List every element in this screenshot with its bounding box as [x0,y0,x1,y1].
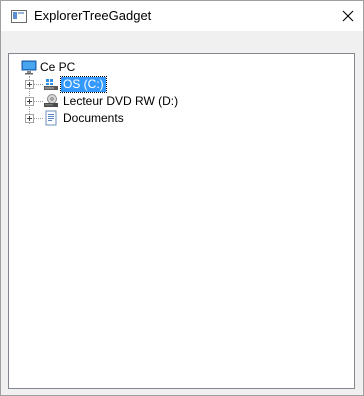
close-button[interactable] [333,1,363,31]
expand-toggle-dvd[interactable] [25,97,34,106]
app-icon [11,10,27,23]
computer-icon [21,60,37,75]
tree-item-dvd-drive[interactable]: Lecteur DVD RW (D:) [61,94,180,109]
tree-root-label[interactable]: Ce PC [38,60,77,75]
close-icon [342,10,354,22]
expand-toggle-documents[interactable] [25,114,34,123]
tree-item-documents[interactable]: Documents [61,111,126,126]
window-title: ExplorerTreeGadget [34,8,152,23]
dvd-drive-icon [44,94,58,107]
app-window: ExplorerTreeGadget Ce PC OS (C:) Lecteur… [0,0,364,396]
documents-icon [45,110,57,126]
drive-os-icon [44,79,58,90]
expand-toggle-os[interactable] [25,80,34,89]
title-bar[interactable]: ExplorerTreeGadget [1,1,363,31]
tree-view[interactable]: Ce PC OS (C:) Lecteur DVD RW (D:) Docume… [8,53,355,389]
tree-item-os-c[interactable]: OS (C:) [60,76,107,93]
